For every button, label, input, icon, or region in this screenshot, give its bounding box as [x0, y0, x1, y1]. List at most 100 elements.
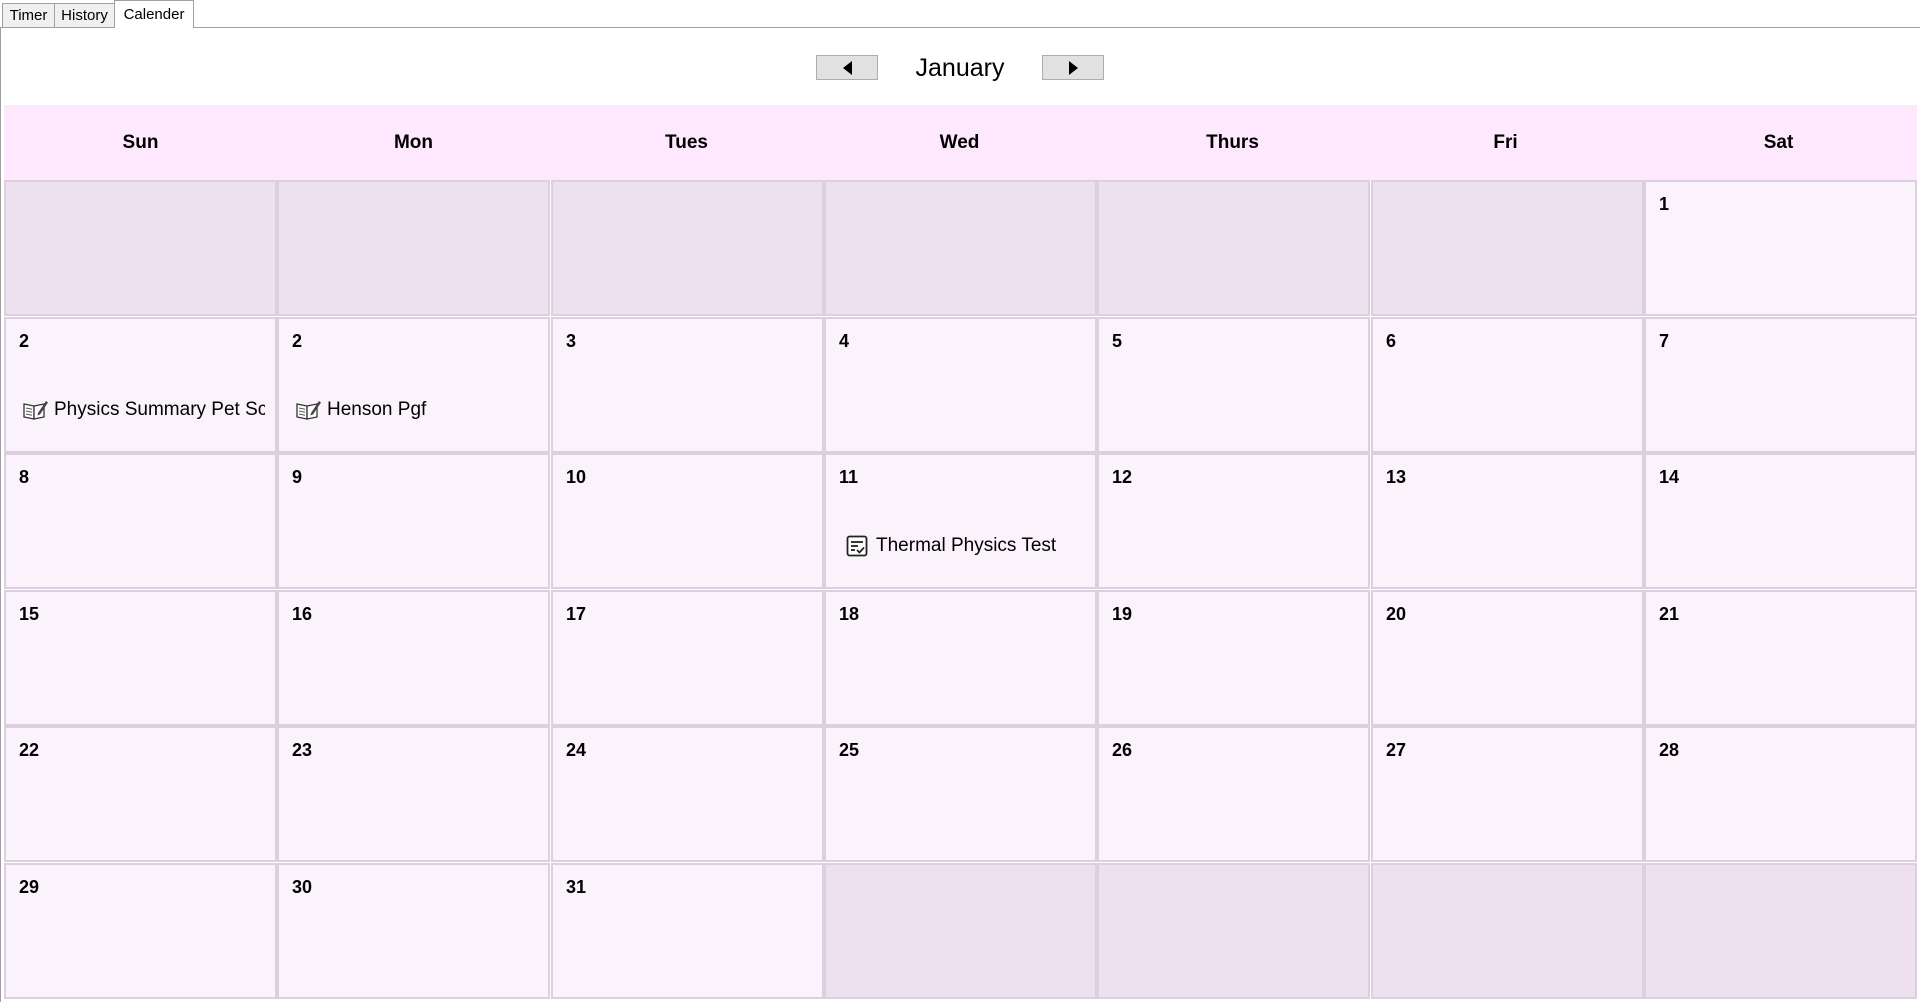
day-cell[interactable]: 31: [551, 863, 824, 999]
day-number: 19: [1112, 604, 1133, 624]
day-number: 9: [292, 467, 303, 487]
weekday-thurs: Thurs: [1206, 132, 1259, 153]
day-cell[interactable]: 2 Henson Pgf: [277, 317, 550, 453]
day-cell[interactable]: 19: [1097, 590, 1370, 726]
day-number: 8: [19, 467, 30, 487]
day-number: 13: [1386, 467, 1407, 487]
empty-day-cell: [1371, 180, 1644, 316]
day-cell[interactable]: 14: [1644, 453, 1917, 589]
day-number: 3: [566, 331, 577, 351]
day-cell[interactable]: 9: [277, 453, 550, 589]
day-cell[interactable]: 4: [824, 317, 1097, 453]
day-number: 17: [566, 604, 587, 624]
day-cell[interactable]: 21: [1644, 590, 1917, 726]
day-cell[interactable]: 11 Thermal Physics Test: [824, 453, 1097, 589]
day-number: 22: [19, 740, 40, 760]
day-number: 2: [292, 331, 303, 351]
tab-timer[interactable]: Timer: [2, 3, 55, 27]
day-number: 29: [19, 877, 40, 897]
weekday-tues: Tues: [665, 132, 708, 153]
day-cell[interactable]: 8: [4, 453, 277, 589]
day-number: 26: [1112, 740, 1133, 760]
empty-day-cell: [277, 180, 550, 316]
day-number: 24: [566, 740, 587, 760]
day-number: 10: [566, 467, 587, 487]
book-pencil-icon: [22, 399, 48, 421]
day-cell[interactable]: 18: [824, 590, 1097, 726]
empty-day-cell: [824, 863, 1097, 999]
calendar-event[interactable]: Thermal Physics Test: [846, 534, 1085, 558]
day-cell[interactable]: 6: [1371, 317, 1644, 453]
day-number: 14: [1659, 467, 1680, 487]
day-cell[interactable]: 15: [4, 590, 277, 726]
prev-month-button[interactable]: [816, 55, 878, 80]
empty-day-cell: [1097, 180, 1370, 316]
day-number: 5: [1112, 331, 1123, 351]
month-label: January: [915, 54, 1005, 82]
day-number: 20: [1386, 604, 1407, 624]
day-number: 1: [1659, 194, 1670, 214]
day-number: 7: [1659, 331, 1670, 351]
day-cell[interactable]: 30: [277, 863, 550, 999]
day-number: 28: [1659, 740, 1680, 760]
day-cell[interactable]: 29: [4, 863, 277, 999]
day-number: 18: [839, 604, 860, 624]
day-number: 27: [1386, 740, 1407, 760]
empty-day-cell: [824, 180, 1097, 316]
empty-day-cell: [1371, 863, 1644, 999]
triangle-right-icon: [1068, 60, 1078, 75]
day-cell[interactable]: 12: [1097, 453, 1370, 589]
day-cell[interactable]: 17: [551, 590, 824, 726]
triangle-left-icon: [842, 60, 852, 75]
empty-day-cell: [1644, 863, 1917, 999]
day-cell[interactable]: 13: [1371, 453, 1644, 589]
weekday-fri: Fri: [1493, 132, 1518, 153]
day-number: 11: [839, 467, 859, 487]
weekday-mon: Mon: [393, 132, 434, 153]
event-label: Thermal Physics Test: [876, 535, 1057, 556]
checklist-icon: [846, 535, 868, 557]
weekday-sat: Sat: [1763, 132, 1794, 153]
empty-day-cell: [551, 180, 824, 316]
weekday-wed: Wed: [939, 132, 980, 153]
tab-history[interactable]: History: [54, 3, 115, 27]
event-label: Henson Pgf: [327, 399, 427, 420]
day-cell[interactable]: 28: [1644, 726, 1917, 862]
day-cell[interactable]: 2 Physics Summary Pet Sc: [4, 317, 277, 453]
day-number: 30: [292, 877, 313, 897]
event-label: Physics Summary Pet Sc: [54, 399, 265, 420]
tab-bar: Timer History Calender: [0, 0, 1920, 28]
day-cell[interactable]: 27: [1371, 726, 1644, 862]
calendar-event[interactable]: Physics Summary Pet Sc: [22, 398, 265, 422]
calendar-event[interactable]: Henson Pgf: [295, 398, 538, 422]
weekday-sun: Sun: [122, 132, 159, 153]
day-cell[interactable]: 7: [1644, 317, 1917, 453]
day-cell[interactable]: 10: [551, 453, 824, 589]
day-number: 16: [292, 604, 313, 624]
day-cell[interactable]: 3: [551, 317, 824, 453]
day-number: 2: [19, 331, 30, 351]
tab-calender[interactable]: Calender: [114, 0, 194, 28]
day-number: 4: [839, 331, 850, 351]
day-cell[interactable]: 5: [1097, 317, 1370, 453]
day-number: 23: [292, 740, 313, 760]
day-cell[interactable]: 26: [1097, 726, 1370, 862]
empty-day-cell: [1097, 863, 1370, 999]
day-cell[interactable]: 23: [277, 726, 550, 862]
day-number: 15: [19, 604, 40, 624]
day-cell[interactable]: 1: [1644, 180, 1917, 316]
day-cell[interactable]: 24: [551, 726, 824, 862]
day-number: 6: [1386, 331, 1397, 351]
book-pencil-icon: [295, 399, 321, 421]
weekday-header: Sun Mon Tues Wed Thurs Fri Sat: [4, 105, 1917, 180]
day-cell[interactable]: 16: [277, 590, 550, 726]
day-cell[interactable]: 20: [1371, 590, 1644, 726]
next-month-button[interactable]: [1042, 55, 1104, 80]
day-cell[interactable]: 25: [824, 726, 1097, 862]
day-cell[interactable]: 22: [4, 726, 277, 862]
day-number: 21: [1659, 604, 1680, 624]
day-number: 25: [839, 740, 860, 760]
empty-day-cell: [4, 180, 277, 316]
day-number: 31: [566, 877, 587, 897]
day-number: 12: [1112, 467, 1133, 487]
